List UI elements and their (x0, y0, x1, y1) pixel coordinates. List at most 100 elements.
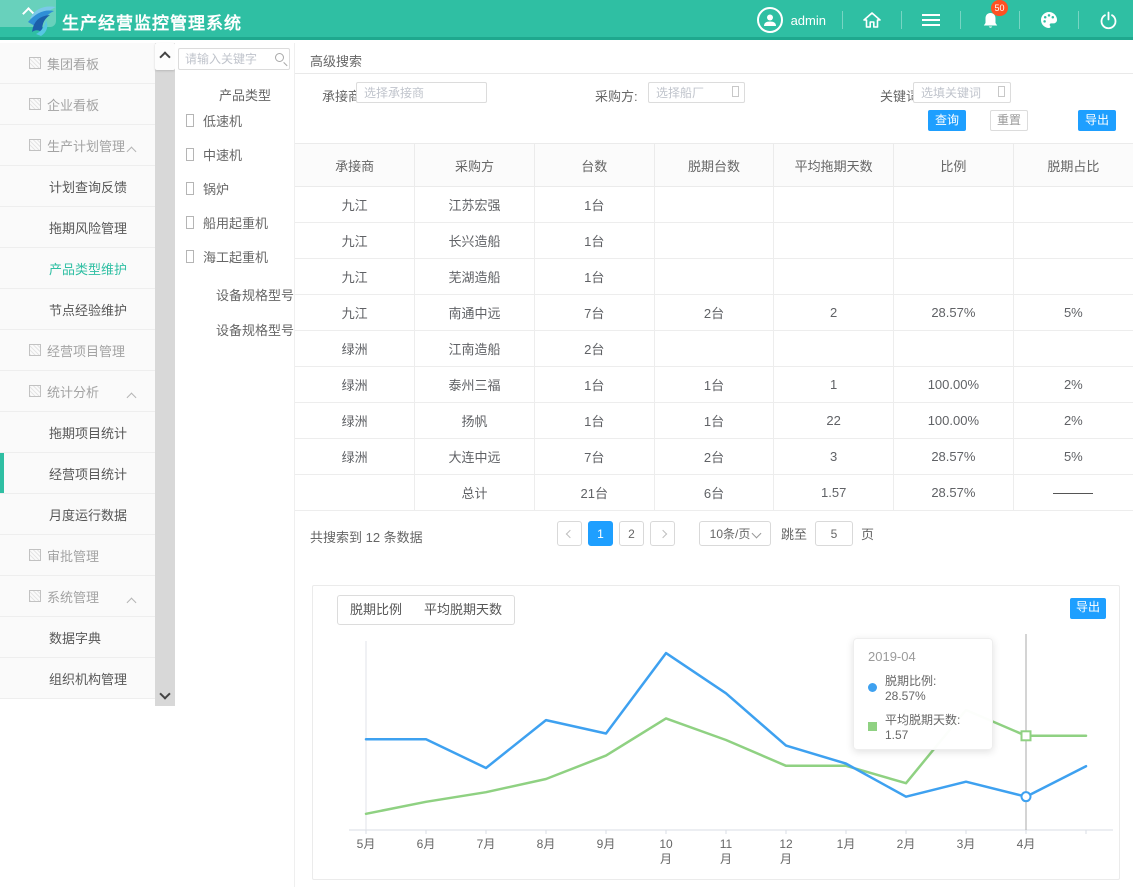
sidebar-item-label: 数据字典 (49, 628, 101, 647)
table-row[interactable]: 九江芜湖造船1台 (295, 259, 1133, 295)
page-number-button[interactable]: 1 (588, 521, 613, 546)
table-cell (295, 475, 415, 511)
tree-leaf-node[interactable]: 设备规格型号 (216, 285, 294, 304)
tree-search-input[interactable] (185, 51, 271, 67)
tab-delay-ratio[interactable]: 脱期比例 (337, 595, 415, 625)
table-row[interactable]: 九江南通中远7台2台228.57%5% (295, 295, 1133, 331)
column-header: 脱期占比 (1013, 144, 1133, 187)
sidebar-item[interactable]: 经营项目管理 (0, 330, 155, 371)
contractor-input[interactable] (364, 85, 469, 100)
tree-node[interactable]: 低速机 (186, 111, 242, 130)
table-row[interactable]: 绿洲扬帆1台1台22100.00%2% (295, 403, 1133, 439)
tooltip-series-text: 平均脱期天数: 1.57 (885, 711, 978, 742)
main-content: 高级搜索 承接商: 采购方: 关键词: 查询 重置 导出 承接商采购方台数脱期台… (295, 43, 1133, 887)
table-cell: 3 (774, 439, 894, 475)
tree-leaf-node[interactable]: 设备规格型号 (216, 320, 294, 339)
sidebar-item[interactable]: 企业看板 (0, 84, 155, 125)
sidebar-item[interactable]: 月度运行数据 (0, 494, 155, 535)
reset-button[interactable]: 重置 (990, 110, 1028, 131)
table-cell (774, 187, 894, 223)
menu-group-icon (29, 549, 41, 561)
purchaser-input[interactable] (656, 85, 727, 100)
sidebar-item[interactable]: 集团看板 (0, 43, 155, 84)
sidebar-item-label: 组织机构管理 (49, 669, 127, 688)
sidebar-item-label: 企业看板 (47, 95, 99, 114)
table-cell: 2% (1013, 367, 1133, 403)
sidebar-item[interactable]: 计划查询反馈 (0, 166, 155, 207)
column-header: 采购方 (415, 144, 535, 187)
sidebar-menu: 集团看板企业看板生产计划管理计划查询反馈拖期风险管理产品类型维护节点经验维护经营… (0, 43, 155, 699)
sidebar-item[interactable]: 生产计划管理 (0, 125, 155, 166)
column-header: 比例 (894, 144, 1014, 187)
table-row[interactable]: 九江江苏宏强1台 (295, 187, 1133, 223)
table-cell: 南通中远 (415, 295, 535, 331)
table-cell: 2台 (654, 295, 774, 331)
table-cell: 5% (1013, 439, 1133, 475)
sidebar-item[interactable]: 经营项目统计 (0, 453, 155, 494)
x-axis-label: 9月 (597, 837, 616, 851)
advanced-search-title: 高级搜索 (310, 51, 362, 70)
sidebar-item[interactable]: 统计分析 (0, 371, 155, 412)
delay-trend-line-chart[interactable]: 5月6月7月8月9月10月11月12月1月2月3月4月 (313, 626, 1121, 881)
tree-node[interactable]: 锅炉 (186, 179, 229, 198)
x-axis-label: 1月 (837, 837, 856, 851)
tree-node[interactable]: 船用起重机 (186, 213, 268, 232)
notifications-button[interactable]: 50 (977, 7, 1003, 33)
divider (1019, 11, 1020, 29)
statistics-table: 承接商采购方台数脱期台数平均拖期天数比例脱期占比 九江江苏宏强1台九江长兴造船1… (295, 143, 1133, 511)
home-button[interactable] (859, 7, 885, 33)
table-cell (1013, 187, 1133, 223)
tooltip-series-text: 脱期比例: 28.57% (885, 672, 978, 703)
table-cell: 21台 (534, 475, 654, 511)
sidebar-item[interactable]: 节点经验维护 (0, 289, 155, 330)
table-row[interactable]: 九江长兴造船1台 (295, 223, 1133, 259)
table-cell (1013, 223, 1133, 259)
page-number-button[interactable]: 2 (619, 521, 644, 546)
tree-node[interactable]: 中速机 (186, 145, 242, 164)
prev-page-button[interactable] (557, 521, 582, 546)
sidebar-scrollbar[interactable] (155, 43, 175, 706)
sidebar-item[interactable]: 数据字典 (0, 617, 155, 658)
tree-root-node[interactable]: 产品类型 (219, 85, 271, 104)
table-row[interactable]: 绿洲江南造船2台 (295, 331, 1133, 367)
sidebar-item[interactable]: 拖期项目统计 (0, 412, 155, 453)
chart-export-button[interactable]: 导出 (1070, 598, 1106, 619)
table-cell (894, 259, 1014, 295)
x-axis-label: 5月 (357, 837, 376, 851)
keyword-input[interactable] (921, 85, 993, 100)
sidebar-item[interactable]: 产品类型维护 (0, 248, 155, 289)
sidebar-item[interactable]: 组织机构管理 (0, 658, 155, 699)
sidebar-item[interactable]: 拖期风险管理 (0, 207, 155, 248)
table-cell: 2台 (654, 439, 774, 475)
query-button[interactable]: 查询 (928, 110, 966, 131)
chevron-left-icon (565, 529, 573, 537)
table-cell: 2 (774, 295, 894, 331)
user-avatar[interactable] (757, 7, 783, 33)
result-count-label: 共搜索到 12 条数据 (310, 527, 423, 546)
scroll-down-button[interactable] (155, 684, 175, 704)
page-size-select[interactable]: 10条/页 (699, 521, 771, 546)
table-cell (1013, 331, 1133, 367)
menu-button[interactable] (918, 7, 944, 33)
table-cell: 江南造船 (415, 331, 535, 367)
sidebar-item[interactable]: 审批管理 (0, 535, 155, 576)
scroll-up-button[interactable] (155, 43, 175, 70)
sidebar-item[interactable]: 系统管理 (0, 576, 155, 617)
jump-page-input[interactable] (815, 521, 853, 546)
jump-label: 跳至 (781, 524, 807, 543)
theme-button[interactable] (1036, 7, 1062, 33)
table-cell (894, 187, 1014, 223)
logout-button[interactable] (1095, 7, 1121, 33)
table-row[interactable]: 绿洲泰州三福1台1台1100.00%2% (295, 367, 1133, 403)
tree-node-label: 中速机 (203, 145, 242, 164)
tree-node[interactable]: 海工起重机 (186, 247, 268, 266)
next-page-button[interactable] (650, 521, 675, 546)
x-axis-label: 4月 (1017, 837, 1036, 851)
x-axis-label: 10月 (659, 837, 673, 866)
table-row[interactable]: 绿洲大连中远7台2台328.57%5% (295, 439, 1133, 475)
x-axis-label: 12月 (779, 837, 793, 866)
table-cell: 5% (1013, 295, 1133, 331)
export-button[interactable]: 导出 (1078, 110, 1116, 131)
tab-average-delay-days[interactable]: 平均脱期天数 (412, 595, 515, 625)
sidebar-item-label: 月度运行数据 (49, 505, 127, 524)
